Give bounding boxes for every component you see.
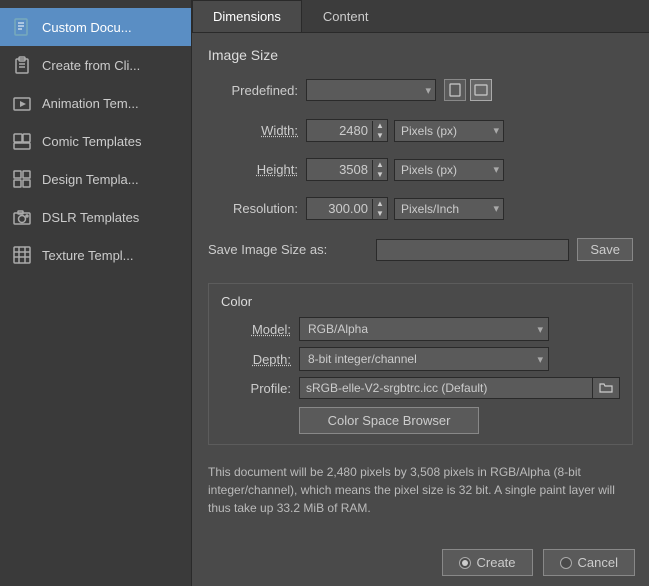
sidebar-item-animation-label: Animation Tem... (42, 96, 139, 111)
sidebar-item-dslr-label: DSLR Templates (42, 210, 139, 225)
tab-bar: Dimensions Content (192, 0, 649, 33)
animation-icon (10, 91, 34, 115)
height-up-btn[interactable]: ▲ (373, 160, 387, 170)
save-image-size-row: Save Image Size as: Save (208, 238, 633, 261)
resolution-label: Resolution: (208, 201, 298, 216)
width-label: Width: (208, 123, 298, 138)
width-row: Width: ▲ ▼ Pixels (px) Inches Centimeter… (208, 119, 633, 142)
sidebar-item-comic[interactable]: Comic Templates (0, 122, 191, 160)
comic-icon (10, 129, 34, 153)
create-label: Create (477, 555, 516, 570)
color-section: Color Model: RGB/Alpha CMYK Grayscale De… (208, 283, 633, 445)
sidebar-item-custom-doc[interactable]: Custom Docu... (0, 8, 191, 46)
model-row: Model: RGB/Alpha CMYK Grayscale (221, 317, 620, 341)
width-input-wrap: ▲ ▼ (306, 119, 388, 142)
profile-input-wrap (299, 377, 620, 399)
resolution-input-wrap: ▲ ▼ (306, 197, 388, 220)
resolution-unit-select[interactable]: Pixels/Inch Pixels/cm (394, 198, 504, 220)
image-size-title: Image Size (208, 47, 633, 63)
predefined-row: Predefined: ▾ (208, 79, 633, 101)
predefined-select[interactable] (306, 79, 436, 101)
sidebar-item-dslr[interactable]: DSLR Templates (0, 198, 191, 236)
cancel-button[interactable]: Cancel (543, 549, 635, 576)
height-input-wrap: ▲ ▼ (306, 158, 388, 181)
landscape-aspect-icon[interactable] (470, 79, 492, 101)
tab-content[interactable]: Content (302, 0, 390, 32)
sidebar-item-texture[interactable]: Texture Templ... (0, 236, 191, 274)
height-label: Height: (208, 162, 298, 177)
width-spinner: ▲ ▼ (372, 121, 387, 141)
aspect-icons (444, 79, 492, 101)
sidebar-item-custom-doc-label: Custom Docu... (42, 20, 132, 35)
portrait-aspect-icon[interactable] (444, 79, 466, 101)
sidebar-item-design-label: Design Templa... (42, 172, 139, 187)
width-input[interactable] (307, 120, 372, 141)
texture-icon (10, 243, 34, 267)
create-radio (459, 557, 471, 569)
save-image-size-label: Save Image Size as: (208, 242, 368, 257)
save-button[interactable]: Save (577, 238, 633, 261)
width-down-btn[interactable]: ▼ (373, 131, 387, 141)
resolution-input[interactable] (307, 198, 372, 219)
sidebar-item-texture-label: Texture Templ... (42, 248, 134, 263)
depth-row: Depth: 8-bit integer/channel 16-bit inte… (221, 347, 620, 371)
bottom-bar: Create Cancel (192, 543, 649, 586)
design-icon (10, 167, 34, 191)
save-image-size-input[interactable] (376, 239, 569, 261)
resolution-row: Resolution: ▲ ▼ Pixels/Inch Pixels/cm ▾ (208, 197, 633, 220)
folder-button[interactable] (592, 378, 619, 398)
sidebar-item-create-from-cli[interactable]: Create from Cli... (0, 46, 191, 84)
model-select[interactable]: RGB/Alpha CMYK Grayscale (299, 317, 549, 341)
width-up-btn[interactable]: ▲ (373, 121, 387, 131)
sidebar-item-comic-label: Comic Templates (42, 134, 141, 149)
model-select-wrap: RGB/Alpha CMYK Grayscale (299, 317, 549, 341)
document-icon (10, 15, 34, 39)
model-label: Model: (221, 322, 291, 337)
predefined-label: Predefined: (208, 83, 298, 98)
resolution-down-btn[interactable]: ▼ (373, 209, 387, 219)
info-text: This document will be 2,480 pixels by 3,… (208, 455, 633, 523)
cancel-label: Cancel (578, 555, 618, 570)
depth-select[interactable]: 8-bit integer/channel 16-bit integer/cha… (299, 347, 549, 371)
color-title: Color (221, 294, 620, 309)
dimensions-content: Image Size Predefined: ▾ (192, 33, 649, 543)
clipboard-icon (10, 53, 34, 77)
profile-input[interactable] (300, 378, 592, 398)
dslr-icon (10, 205, 34, 229)
height-input[interactable] (307, 159, 372, 180)
resolution-spinner: ▲ ▼ (372, 199, 387, 219)
height-spinner: ▲ ▼ (372, 160, 387, 180)
sidebar-item-animation[interactable]: Animation Tem... (0, 84, 191, 122)
tab-dimensions[interactable]: Dimensions (192, 0, 302, 32)
main-panel: Dimensions Content Image Size Predefined… (192, 0, 649, 586)
resolution-up-btn[interactable]: ▲ (373, 199, 387, 209)
color-space-browser-button[interactable]: Color Space Browser (299, 407, 479, 434)
depth-label: Depth: (221, 352, 291, 367)
height-row: Height: ▲ ▼ Pixels (px) Inches Centimete… (208, 158, 633, 181)
height-down-btn[interactable]: ▼ (373, 170, 387, 180)
height-unit-select[interactable]: Pixels (px) Inches Centimeters (394, 159, 504, 181)
create-button[interactable]: Create (442, 549, 533, 576)
sidebar-item-design[interactable]: Design Templa... (0, 160, 191, 198)
sidebar: Custom Docu... Create from Cli... Animat… (0, 0, 192, 586)
width-unit-select[interactable]: Pixels (px) Inches Centimeters (394, 120, 504, 142)
profile-row: Profile: (221, 377, 620, 399)
profile-label: Profile: (221, 381, 291, 396)
depth-select-wrap: 8-bit integer/channel 16-bit integer/cha… (299, 347, 549, 371)
sidebar-item-create-label: Create from Cli... (42, 58, 140, 73)
cancel-radio (560, 557, 572, 569)
